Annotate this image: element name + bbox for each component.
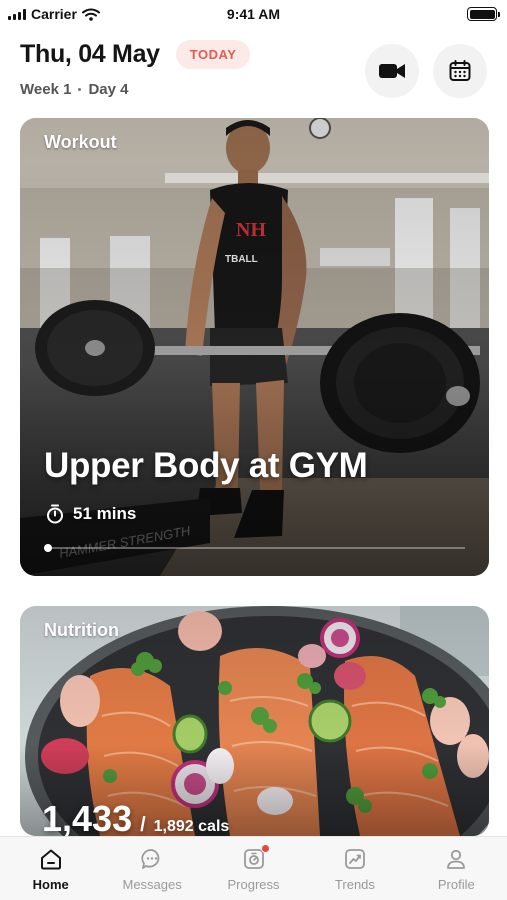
tab-profile-label: Profile	[437, 877, 475, 892]
chat-bubble-icon	[141, 849, 160, 869]
tab-messages-label: Messages	[122, 877, 182, 892]
tab-trends[interactable]: Trends	[304, 837, 405, 900]
tab-progress[interactable]: Progress	[203, 837, 304, 900]
calorie-summary: 1,433 / 1,892 cals	[42, 798, 229, 836]
tab-home[interactable]: Home	[0, 837, 101, 900]
workout-progress-track	[44, 547, 465, 549]
workout-card-label: Workout	[44, 132, 117, 152]
calories-goal: 1,892 cals	[153, 818, 230, 835]
nutrition-card[interactable]: Nutrition 1,433 / 1,892 cals	[20, 606, 489, 836]
tab-home-label: Home	[32, 877, 69, 892]
header: Thu, 04 May TODAY Week 1 Day 4	[20, 40, 487, 110]
person-icon	[447, 849, 466, 869]
stopwatch-icon	[47, 504, 63, 524]
battery-icon	[467, 7, 500, 21]
video-call-button[interactable]	[365, 44, 419, 98]
workout-duration-text: 51 mins	[73, 504, 137, 523]
calendar-icon	[449, 60, 471, 81]
separator-dot	[78, 88, 82, 91]
page-title-date: Thu, 04 May	[20, 40, 160, 68]
progress-notification-badge	[260, 844, 270, 853]
tab-profile[interactable]: Profile	[406, 837, 507, 900]
trend-chart-icon	[345, 849, 365, 869]
today-badge[interactable]: TODAY	[175, 40, 251, 69]
signal-icon	[8, 8, 26, 20]
calories-consumed: 1,433	[42, 798, 133, 836]
tab-bar: Home Messages Progress Trends Profile	[0, 836, 507, 900]
carrier-label: Carrier	[31, 6, 77, 22]
week-label: Week 1	[20, 81, 72, 98]
workout-progress-dot	[44, 544, 52, 552]
tab-trends-label: Trends	[334, 877, 375, 892]
home-icon	[40, 849, 61, 870]
wifi-icon	[81, 8, 100, 21]
workout-title: Upper Body at GYM	[44, 446, 368, 485]
workout-duration: 51 mins	[46, 504, 136, 524]
nutrition-card-label: Nutrition	[44, 620, 119, 640]
tab-progress-label: Progress	[227, 877, 280, 892]
workout-card[interactable]: NH TBALL HAMMER STRENGTH Workout Upper B…	[20, 118, 489, 576]
calories-separator: /	[140, 814, 146, 836]
calendar-button[interactable]	[433, 44, 487, 98]
status-bar: Carrier 9:41 AM	[0, 0, 507, 28]
day-label: Day 4	[88, 81, 129, 98]
video-camera-icon	[379, 64, 405, 78]
tab-messages[interactable]: Messages	[101, 837, 202, 900]
